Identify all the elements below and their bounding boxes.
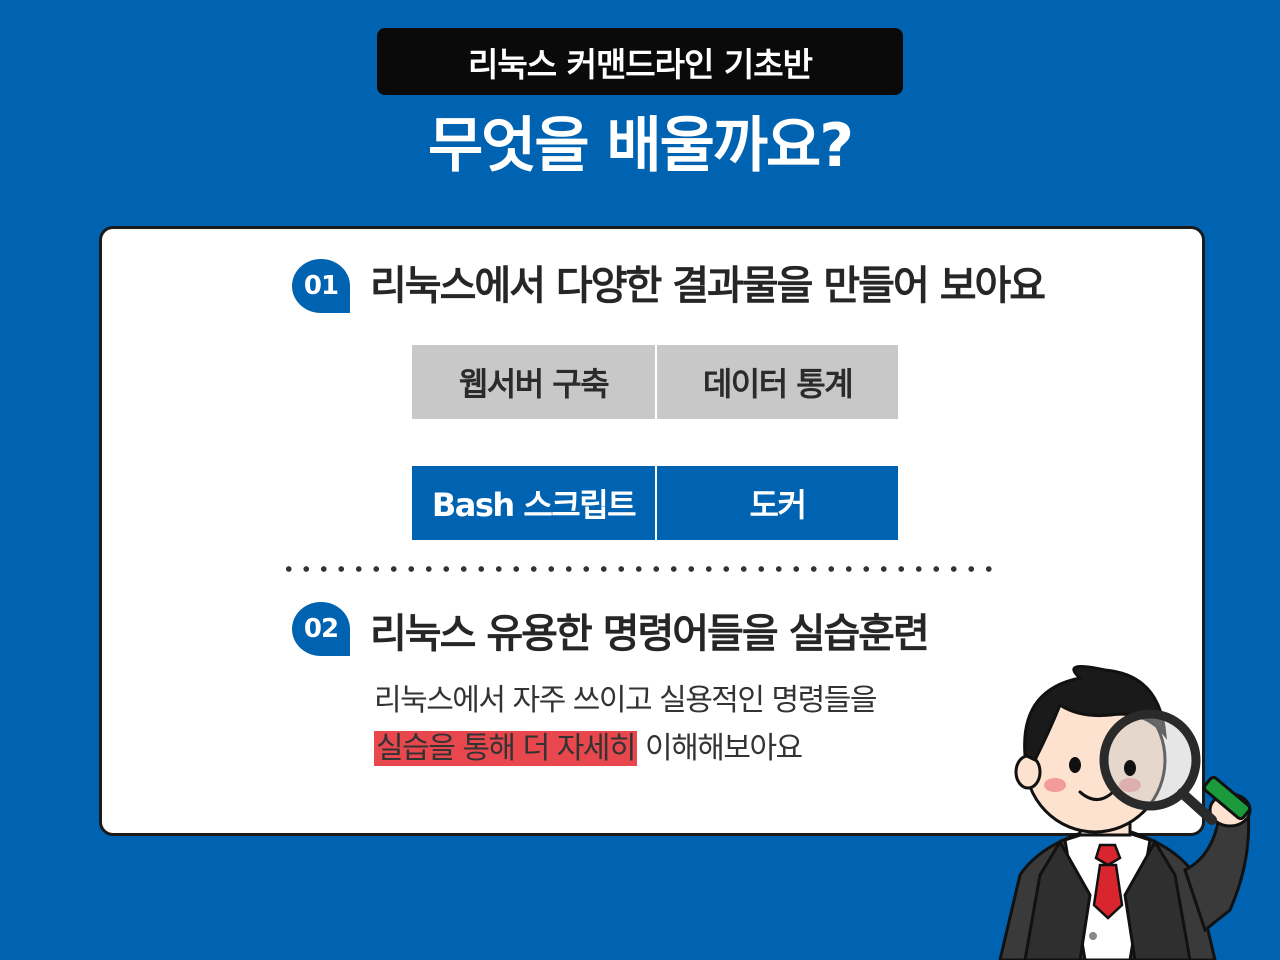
description-rest: 이해해보아요 — [637, 731, 803, 766]
result-tile-webserver: 웹서버 구축 — [412, 345, 655, 419]
dotted-divider — [280, 565, 1000, 573]
section-title-01: 리눅스에서 다양한 결과물을 만들어 보아요 — [370, 263, 1046, 309]
description-highlight: 실습을 통해 더 자세히 — [374, 731, 638, 766]
course-tag: 리눅스 커맨드라인 기초반 — [377, 28, 903, 95]
result-tile-bash-script: Bash 스크립트 — [412, 466, 655, 540]
description-line-2: 실습을 통해 더 자세히 이해해보아요 — [374, 727, 803, 771]
result-grid-row-1: 웹서버 구축 데이터 통계 — [412, 345, 898, 419]
section-number-badge-02: 02 — [292, 602, 350, 656]
section-number-badge-01: 01 — [292, 259, 350, 313]
result-tile-data-stats: 데이터 통계 — [655, 345, 898, 419]
result-tile-docker: 도커 — [655, 466, 898, 540]
description-line-1: 리눅스에서 자주 쓰이고 실용적인 명령들을 — [374, 683, 877, 718]
result-grid-row-2: Bash 스크립트 도커 — [412, 466, 898, 540]
page-title: 무엇을 배울까요? — [427, 111, 854, 181]
businessman-with-magnifying-glass-icon — [998, 664, 1252, 960]
section-title-02: 리눅스 유용한 명령어들을 실습훈련 — [370, 611, 930, 657]
